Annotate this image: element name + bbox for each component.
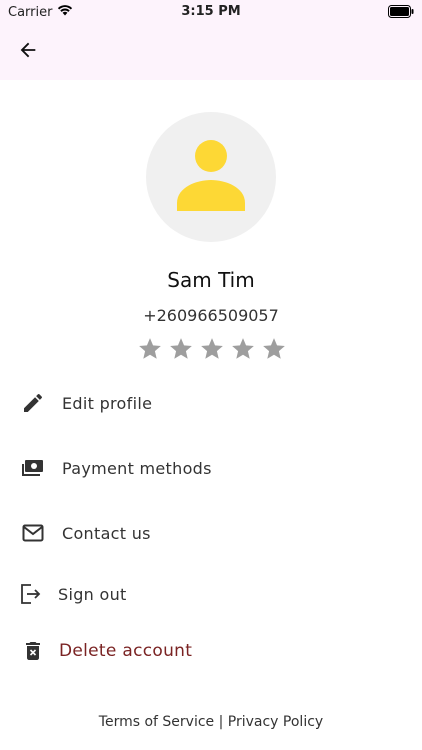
avatar xyxy=(146,112,276,242)
arrow-back-icon xyxy=(17,39,39,65)
profile-name: Sam Tim xyxy=(167,268,255,292)
money-icon xyxy=(20,455,46,481)
star-icon xyxy=(232,338,254,359)
trash-icon xyxy=(20,638,46,664)
star-icon xyxy=(170,338,192,359)
star-icon xyxy=(139,338,161,359)
delete-account-label: Delete account xyxy=(59,641,193,661)
privacy-policy-link[interactable]: Privacy Policy xyxy=(228,714,323,730)
payment-methods-label: Payment methods xyxy=(62,458,212,478)
mail-icon xyxy=(20,520,46,546)
star-icon xyxy=(201,338,223,359)
sign-out-label: Sign out xyxy=(58,584,127,604)
logout-icon xyxy=(17,581,43,607)
status-time: 3:15 PM xyxy=(181,4,241,19)
terms-of-service-link[interactable]: Terms of Service xyxy=(99,714,214,730)
delete-account-item[interactable]: Delete account xyxy=(0,627,422,675)
status-bar: Carrier 3:15 PM xyxy=(0,0,422,24)
footer-links: Terms of Service | Privacy Policy xyxy=(0,714,422,730)
person-icon xyxy=(175,139,247,215)
app-bar xyxy=(0,24,422,80)
pencil-icon xyxy=(20,390,46,416)
edit-profile-item[interactable]: Edit profile xyxy=(0,379,422,427)
back-button[interactable] xyxy=(12,36,44,68)
contact-us-item[interactable]: Contact us xyxy=(0,509,422,557)
footer-separator: | xyxy=(214,714,228,730)
battery-icon xyxy=(388,5,414,22)
profile-phone: +260966509057 xyxy=(143,306,279,325)
edit-profile-label: Edit profile xyxy=(62,393,153,413)
payment-methods-item[interactable]: Payment methods xyxy=(0,444,422,492)
contact-us-label: Contact us xyxy=(62,523,151,543)
sign-out-item[interactable]: Sign out xyxy=(0,570,422,618)
rating-stars xyxy=(137,336,287,364)
star-icon xyxy=(263,338,285,359)
